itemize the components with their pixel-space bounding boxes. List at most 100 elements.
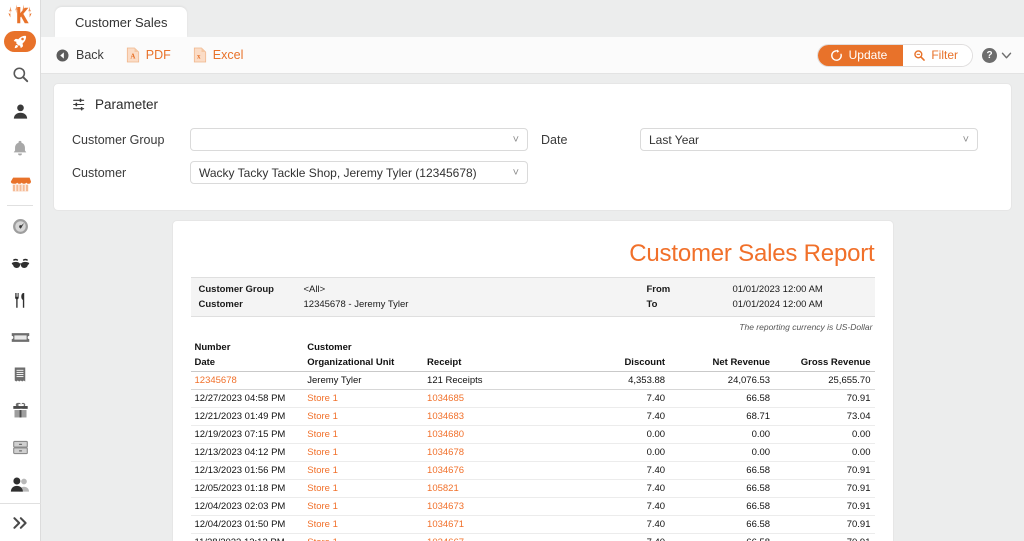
report-meta-block: Customer Group <All> Customer 12345678 -… bbox=[191, 277, 875, 317]
table-row: 12/13/2023 04:12 PMStore 110346780.000.0… bbox=[191, 444, 875, 462]
date-value: Last Year bbox=[649, 133, 699, 147]
summary-discount: 4,353.88 bbox=[573, 372, 669, 390]
customer-group-select[interactable]: ˅ bbox=[190, 128, 528, 151]
receipt-number[interactable]: 1034683 bbox=[423, 408, 573, 426]
sidebar-item-people[interactable] bbox=[0, 466, 41, 503]
meta-customer: Customer 12345678 - Jeremy Tyler bbox=[199, 297, 647, 312]
receipt-number[interactable]: 105821 bbox=[423, 480, 573, 498]
receipt-org-unit[interactable]: Store 1 bbox=[303, 444, 423, 462]
toolbar: Back A PDF x Excel bbox=[41, 37, 1024, 74]
receipt-net-revenue: 68.71 bbox=[669, 408, 774, 426]
sidebar-item-cutlery[interactable] bbox=[0, 282, 41, 319]
customer-select[interactable]: Wacky Tacky Tackle Shop, Jeremy Tyler (1… bbox=[190, 161, 528, 184]
receipt-number[interactable]: 1034678 bbox=[423, 444, 573, 462]
chevron-down-icon: ˅ bbox=[513, 167, 519, 179]
summary-number[interactable]: 12345678 bbox=[191, 372, 304, 390]
parameter-title: Parameter bbox=[95, 97, 158, 112]
drawer-icon bbox=[11, 438, 30, 457]
receipt-date: 12/19/2023 07:15 PM bbox=[191, 426, 304, 444]
receipt-number[interactable]: 1034676 bbox=[423, 462, 573, 480]
help-menu[interactable]: ? bbox=[982, 48, 1012, 63]
receipt-org-unit[interactable]: Store 1 bbox=[303, 462, 423, 480]
receipt-gross-revenue: 70.91 bbox=[774, 462, 874, 480]
sidebar-expand-button[interactable] bbox=[0, 503, 41, 541]
receipt-gross-revenue: 0.00 bbox=[774, 444, 874, 462]
meta-customer-group: Customer Group <All> bbox=[199, 282, 647, 297]
pdf-label: PDF bbox=[146, 48, 171, 62]
receipt-number[interactable]: 1034673 bbox=[423, 498, 573, 516]
receipt-org-unit[interactable]: Store 1 bbox=[303, 480, 423, 498]
receipt-org-unit[interactable]: Store 1 bbox=[303, 534, 423, 541]
sidebar-item-search[interactable] bbox=[0, 56, 41, 93]
sidebar-item-drawer[interactable] bbox=[0, 429, 41, 466]
summary-customer: Jeremy Tyler bbox=[303, 372, 423, 390]
pdf-button[interactable]: A PDF bbox=[126, 47, 171, 63]
update-label: Update bbox=[849, 48, 888, 62]
receipt-org-unit[interactable]: Store 1 bbox=[303, 408, 423, 426]
filter-label: Filter bbox=[931, 48, 958, 62]
table-row: 12/04/2023 01:50 PMStore 110346717.4066.… bbox=[191, 516, 875, 534]
back-button[interactable]: Back bbox=[55, 48, 104, 63]
parameter-panel: Parameter Customer Group ˅ Date Last Yea… bbox=[53, 83, 1012, 211]
person-icon bbox=[11, 102, 30, 121]
application-window: Customer Sales Back A PDF bbox=[0, 0, 1024, 541]
bell-icon bbox=[11, 139, 29, 157]
receipt-org-unit[interactable]: Store 1 bbox=[303, 516, 423, 534]
update-button[interactable]: Update bbox=[818, 45, 904, 66]
receipt-number[interactable]: 1034671 bbox=[423, 516, 573, 534]
meta-to: To 01/01/2024 12:00 AM bbox=[647, 297, 867, 312]
table-row: 12/19/2023 07:15 PMStore 110346800.000.0… bbox=[191, 426, 875, 444]
header-gross-revenue: Gross Revenue bbox=[774, 355, 874, 372]
receipt-number[interactable]: 1034685 bbox=[423, 390, 573, 408]
receipt-number[interactable]: 1034667 bbox=[423, 534, 573, 541]
table-row: 12/04/2023 02:03 PMStore 110346737.4066.… bbox=[191, 498, 875, 516]
meta-to-key: To bbox=[647, 297, 733, 312]
receipt-date: 12/13/2023 01:56 PM bbox=[191, 462, 304, 480]
update-filter-group: Update Filter bbox=[817, 44, 973, 67]
receipt-date: 11/28/2023 12:13 PM bbox=[191, 534, 304, 541]
report-data-rows: 12/27/2023 04:58 PMStore 110346857.4066.… bbox=[191, 390, 875, 541]
back-label: Back bbox=[76, 48, 104, 62]
header-customer: Customer bbox=[303, 340, 423, 355]
refresh-icon bbox=[830, 49, 843, 62]
chevron-down-icon bbox=[1001, 51, 1012, 60]
sidebar-item-store[interactable] bbox=[0, 167, 41, 204]
receipt-number[interactable]: 1034680 bbox=[423, 426, 573, 444]
tab-customer-sales[interactable]: Customer Sales bbox=[55, 7, 187, 37]
sidebar-item-bell[interactable] bbox=[0, 130, 41, 167]
header-org-unit: Organizational Unit bbox=[303, 355, 423, 372]
header-number: Number bbox=[191, 340, 304, 355]
meta-from: From 01/01/2023 12:00 AM bbox=[647, 282, 867, 297]
excel-button[interactable]: x Excel bbox=[193, 47, 244, 63]
receipt-org-unit[interactable]: Store 1 bbox=[303, 426, 423, 444]
filter-search-icon bbox=[913, 49, 926, 62]
receipt-net-revenue: 0.00 bbox=[669, 444, 774, 462]
receipt-org-unit[interactable]: Store 1 bbox=[303, 498, 423, 516]
receipt-date: 12/04/2023 01:50 PM bbox=[191, 516, 304, 534]
receipt-net-revenue: 66.58 bbox=[669, 534, 774, 541]
sidebar-item-person[interactable] bbox=[0, 93, 41, 130]
sidebar-item-ticket[interactable] bbox=[0, 319, 41, 356]
sidebar-item-gift[interactable] bbox=[0, 392, 41, 429]
sidebar-item-receipt[interactable] bbox=[0, 356, 41, 393]
excel-label: Excel bbox=[213, 48, 244, 62]
receipt-discount: 7.40 bbox=[573, 534, 669, 541]
header-row-1: Number Customer bbox=[191, 340, 875, 355]
customer-label: Customer bbox=[72, 166, 190, 180]
receipt-date: 12/21/2023 01:49 PM bbox=[191, 408, 304, 426]
meta-to-value: 01/01/2024 12:00 AM bbox=[733, 297, 823, 312]
report-document: Customer Sales Report Customer Group <Al… bbox=[172, 220, 894, 541]
svg-text:x: x bbox=[197, 53, 201, 61]
customer-group-label: Customer Group bbox=[72, 133, 190, 147]
sidebar-item-rocket[interactable] bbox=[4, 31, 36, 52]
people-icon bbox=[10, 475, 31, 494]
app-logo[interactable] bbox=[0, 0, 41, 29]
date-select[interactable]: Last Year ˅ bbox=[640, 128, 978, 151]
sidebar-item-glasses[interactable] bbox=[0, 245, 41, 282]
receipt-org-unit[interactable]: Store 1 bbox=[303, 390, 423, 408]
filter-button[interactable]: Filter bbox=[903, 45, 972, 66]
meta-customer-group-key: Customer Group bbox=[199, 282, 304, 297]
summary-net-revenue: 24,076.53 bbox=[669, 372, 774, 390]
sidebar-item-speedometer[interactable] bbox=[0, 208, 41, 245]
summary-receipt: 121 Receipts bbox=[423, 372, 573, 390]
